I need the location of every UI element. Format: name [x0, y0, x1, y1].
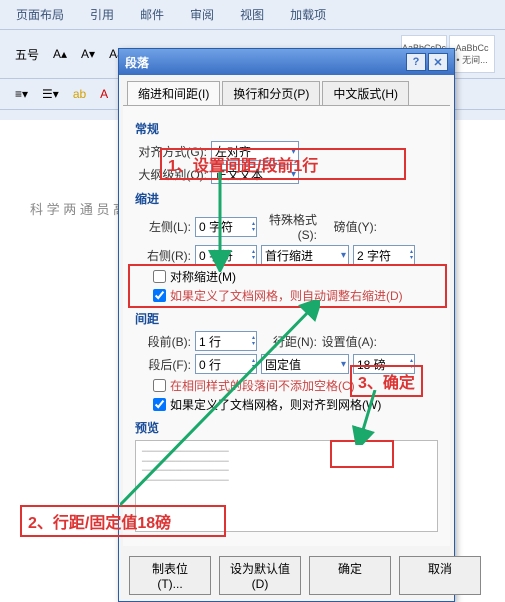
nospace-check[interactable] — [153, 379, 166, 392]
right-spin[interactable]: 0 字符 — [195, 245, 257, 265]
after-label: 段后(F): — [135, 356, 191, 373]
tab-mail[interactable]: 邮件 — [136, 4, 168, 25]
tab-addins[interactable]: 加载项 — [286, 4, 330, 25]
numbering-icon[interactable]: ☰▾ — [37, 84, 64, 104]
tabs-button[interactable]: 制表位(T)... — [129, 556, 211, 595]
help-icon[interactable]: ? — [406, 53, 426, 71]
autoadj-check[interactable] — [153, 289, 166, 302]
special-label: 特殊格式(S): — [261, 211, 317, 242]
at-label: 设置值(A): — [321, 333, 377, 350]
ok-button[interactable]: 确定 — [309, 556, 391, 595]
special-combo[interactable]: 首行缩进 — [261, 245, 349, 265]
section-indent: 缩进 — [135, 190, 438, 207]
tab-asian[interactable]: 中文版式(H) — [322, 81, 409, 105]
mirror-label: 对称缩进(M) — [170, 268, 236, 285]
line-combo[interactable]: 固定值 — [261, 354, 349, 374]
snapgrid-check[interactable] — [153, 398, 166, 411]
cancel-button[interactable]: 取消 — [399, 556, 481, 595]
style-nospace[interactable]: AaBbCc• 无间... — [449, 35, 495, 73]
tab-indent-spacing[interactable]: 缩进和间距(I) — [127, 81, 220, 105]
font-color-icon[interactable]: A — [95, 84, 113, 104]
dialog-titlebar[interactable]: 段落 ? ✕ — [119, 49, 454, 75]
right-label: 右侧(R): — [135, 247, 191, 264]
close-icon[interactable]: ✕ — [428, 53, 448, 71]
left-spin[interactable]: 0 字符 — [195, 217, 257, 237]
by-spin[interactable]: 2 字符 — [353, 245, 415, 265]
align-label: 对齐方式(G): — [135, 143, 207, 160]
dialog-title: 段落 — [125, 54, 149, 71]
dialog-tabs: 缩进和间距(I) 换行和分页(P) 中文版式(H) — [119, 75, 454, 105]
tab-view[interactable]: 视图 — [236, 4, 268, 25]
tab-references[interactable]: 引用 — [86, 4, 118, 25]
line-label: 行距(N): — [261, 333, 317, 350]
tab-line-page[interactable]: 换行和分页(P) — [222, 81, 320, 105]
nospace-label: 在相同样式的段落间不添加空格(C) — [170, 377, 355, 394]
bullets-icon[interactable]: ≡▾ — [10, 84, 33, 104]
section-general: 常规 — [135, 120, 438, 137]
align-combo[interactable]: 左对齐 — [211, 141, 299, 161]
shrink-font-icon[interactable]: A▾ — [76, 44, 100, 64]
autoadj-label: 如果定义了文档网格，则自动调整右缩进(D) — [170, 287, 403, 304]
before-spin[interactable]: 1 行 — [195, 331, 257, 351]
tab-review[interactable]: 审阅 — [186, 4, 218, 25]
outline-combo[interactable]: 正文文本 — [211, 164, 299, 184]
before-label: 段前(B): — [135, 333, 191, 350]
paragraph-dialog: 段落 ? ✕ 缩进和间距(I) 换行和分页(P) 中文版式(H) 常规 对齐方式… — [118, 48, 455, 602]
font-size-combo[interactable]: 五号 — [10, 43, 44, 66]
preview-box: ━━━━━━━━━━━━━━━━━━━━━━━━━━━━━━━━━━━━━━━━… — [135, 440, 438, 532]
section-preview: 预览 — [135, 419, 438, 436]
tab-layout[interactable]: 页面布局 — [12, 4, 68, 25]
grow-font-icon[interactable]: A▴ — [48, 44, 72, 64]
outline-label: 大纲级别(O): — [135, 166, 207, 183]
at-spin[interactable]: 18 磅 — [353, 354, 415, 374]
after-spin[interactable]: 0 行 — [195, 354, 257, 374]
mirror-check[interactable] — [153, 270, 166, 283]
snapgrid-label: 如果定义了文档网格，则对齐到网格(W) — [170, 396, 381, 413]
highlight-icon[interactable]: ab — [68, 84, 91, 104]
by-label: 磅值(Y): — [321, 218, 377, 235]
default-button[interactable]: 设为默认值(D) — [219, 556, 301, 595]
dialog-buttons: 制表位(T)... 设为默认值(D) 确定 取消 — [119, 550, 454, 601]
left-label: 左侧(L): — [135, 218, 191, 235]
dialog-panel: 常规 对齐方式(G): 左对齐 大纲级别(O): 正文文本 缩进 左侧(L): … — [123, 105, 450, 546]
ribbon-tabs: 页面布局 引用 邮件 审阅 视图 加载项 — [0, 0, 505, 30]
section-spacing: 间距 — [135, 310, 438, 327]
